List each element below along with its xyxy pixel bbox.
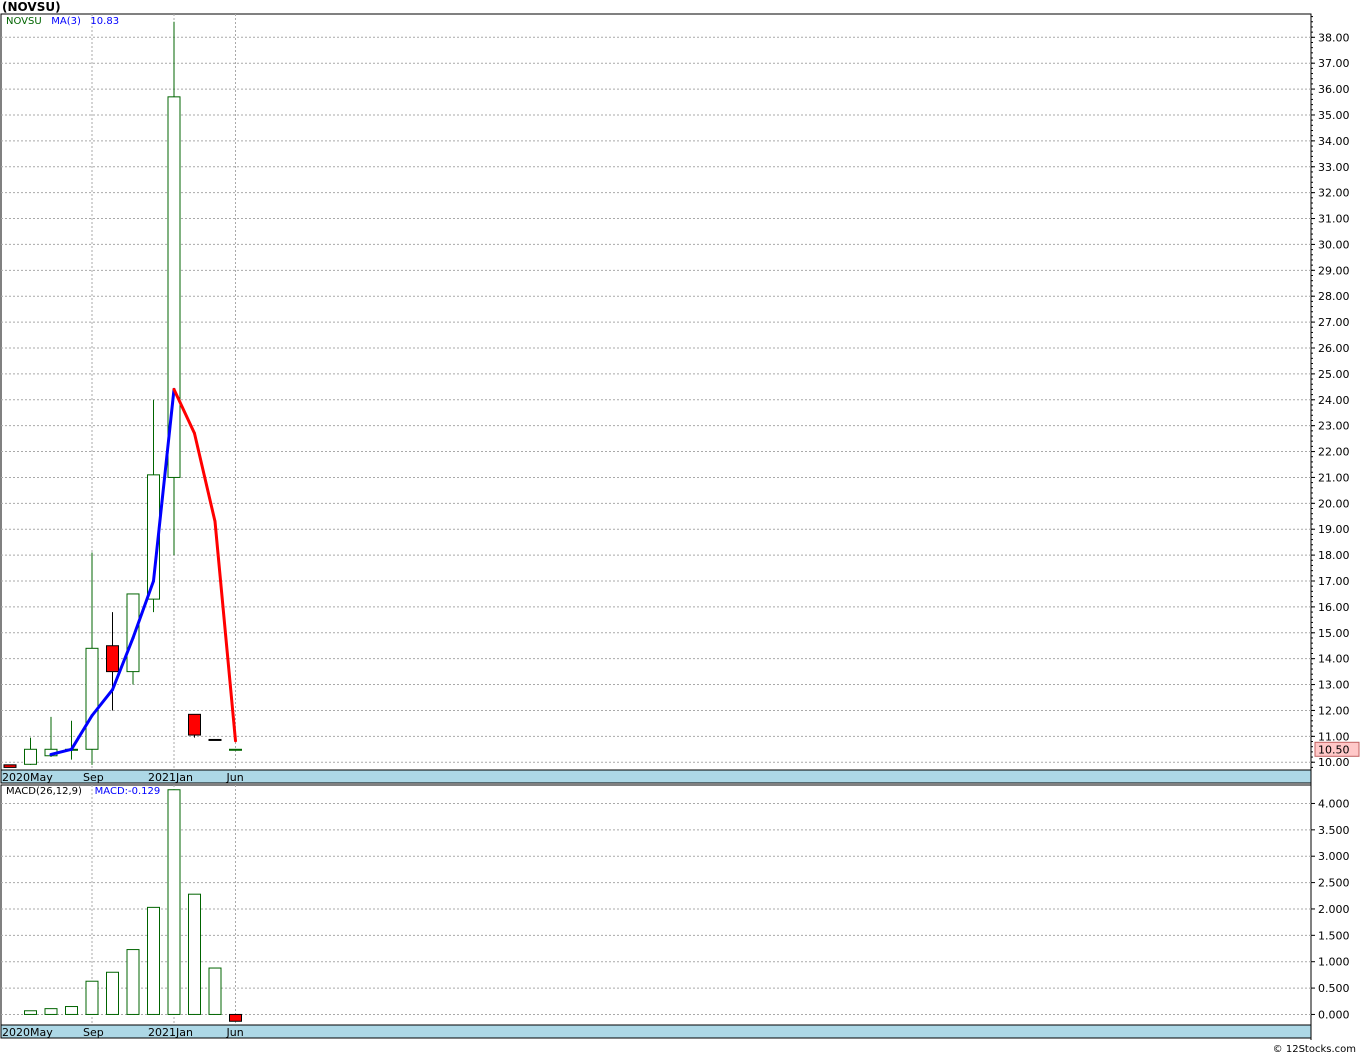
macd-x-tick-label: Jun [226,1026,244,1039]
candle [167,21,181,556]
macd-bar [106,971,119,1015]
candle-body [3,764,17,768]
macd-y-tick-label: 2.000 [1318,903,1350,916]
price-y-tick-label: 15.00 [1318,627,1350,640]
candle-body [229,748,242,751]
price-y-tick-label: 32.00 [1318,187,1350,200]
macd-bar [44,1008,58,1015]
macd-y-tick-label: 1.500 [1318,929,1350,942]
chart-canvas: 10.00 11.00 12.00 13.00 14.00 15.00 16.00 17.00… [0,13,1360,1040]
price-y-tick-label: 22.00 [1318,446,1350,459]
price-x-tick-label: Jun [226,771,244,784]
macd-y-tick-label: 2.500 [1318,877,1350,890]
macd-x-tick-label: 2020May [2,1026,53,1039]
price-x-tick-label: Sep [83,771,104,784]
price-y-tick-label: 30.00 [1318,238,1350,251]
price-y-tick-label: 13.00 [1318,679,1350,692]
candle [44,716,58,758]
price-y-tick-label: 27.00 [1318,316,1350,329]
credit-text: © 12Stocks.com [1272,1044,1356,1055]
price-x-axis-band [0,769,1312,784]
candle [85,552,99,765]
price-x-tick-label: 2021Jan [148,771,193,784]
candle-body [188,713,201,736]
macd-bar [167,789,181,1015]
candle [24,737,37,765]
candle [208,738,222,741]
price-y-tick-label: 24.00 [1318,394,1350,407]
price-candles [3,21,242,768]
candle [3,764,17,768]
candle-body [106,645,119,673]
price-y-tick-label: 14.00 [1318,653,1350,666]
price-legend: NOVSU MA(3) 10.83 [6,16,119,27]
ma-line [49,387,237,756]
macd-y-tick-label: 1.000 [1318,956,1350,969]
price-y-tick-label: 17.00 [1318,575,1350,588]
price-y-tick-label: 11.00 [1318,730,1350,743]
macd-bar [208,967,222,1015]
macd-y-tick-label: 0.500 [1318,982,1350,995]
price-y-tick-label: 33.00 [1318,161,1350,174]
macd-y-tick-label: 3.500 [1318,824,1350,837]
price-x-tick-label: 2020May [2,771,53,784]
last-price-label: 10.50 [1318,743,1350,756]
ma-label: MA(3) [51,16,81,27]
price-y-tick-label: 29.00 [1318,264,1350,277]
macd-x-tick-label: 2021Jan [148,1026,193,1039]
macd-y-tick-label: 4.000 [1318,797,1350,810]
candle [188,713,201,738]
macd-bars [24,789,242,1022]
price-y-tick-label: 38.00 [1318,31,1350,44]
macd-bar [188,893,201,1015]
price-panel-frame [0,13,1312,771]
price-y-tick-label: 36.00 [1318,83,1350,96]
price-y-tick-label: 19.00 [1318,523,1350,536]
price-y-axis: 10.00 11.00 12.00 13.00 14.00 15.00 16.00 17.00… [1311,16,1360,769]
macd-value: MACD:-0.129 [94,786,161,797]
price-y-tick-label: 26.00 [1318,342,1350,355]
symbol-label: NOVSU [6,16,42,27]
price-y-tick-label: 35.00 [1318,109,1350,122]
candle-body [85,647,99,750]
macd-bar [126,949,140,1015]
price-y-tick-label: 20.00 [1318,497,1350,510]
price-y-tick-label: 10.00 [1318,756,1350,769]
macd-y-axis: 0.000 0.500 1.000 1.500 2.000 2.500 3.000 3.500… [1311,797,1350,1021]
price-y-tick-label: 23.00 [1318,420,1350,433]
candle-body [126,593,140,673]
macd-legend: MACD(26,12,9) MACD:-0.129 [6,786,160,797]
macd-y-tick-label: 0.000 [1318,1008,1350,1021]
price-y-tick-label: 16.00 [1318,601,1350,614]
macd-label: MACD(26,12,9) [6,786,82,797]
price-y-tick-label: 12.00 [1318,704,1350,717]
macd-bar [65,1006,78,1015]
macd-x-tick-label: Sep [83,1026,104,1039]
candle-body [208,738,222,741]
price-y-tick-label: 37.00 [1318,57,1350,70]
ma-segment [213,519,237,743]
price-y-tick-label: 18.00 [1318,549,1350,562]
price-y-tick-label: 28.00 [1318,290,1350,303]
macd-y-tick-label: 3.000 [1318,850,1350,863]
macd-x-axis-band [0,1024,1312,1039]
price-grid [1,14,1311,770]
price-y-tick-label: 21.00 [1318,471,1350,484]
macd-bar [24,1010,37,1015]
price-y-tick-label: 31.00 [1318,213,1350,226]
macd-bar [229,1013,242,1022]
macd-bar [85,980,99,1015]
candle-body [24,748,37,765]
price-y-tick-label: 25.00 [1318,368,1350,381]
macd-bar [147,906,160,1015]
candle [229,748,242,751]
ma-value: 10.83 [90,16,120,27]
price-y-tick-label: 34.00 [1318,135,1350,148]
